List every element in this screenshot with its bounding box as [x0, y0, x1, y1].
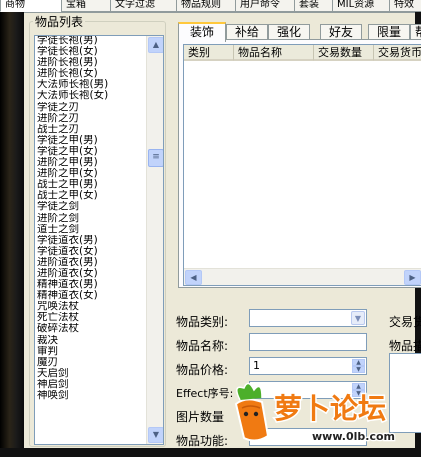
top-tab-item-rules[interactable]: 物品规则: [176, 0, 240, 12]
category-tabs: 装饰 补给 强化 好友 限量 帮: [178, 22, 421, 42]
list-item[interactable]: 道士之剑: [37, 224, 145, 235]
list-item[interactable]: 战士之刃: [37, 124, 145, 135]
list-item[interactable]: 大法师长袍(女): [37, 90, 145, 101]
list-item[interactable]: 进阶之甲(男): [37, 157, 145, 168]
tab-decoration[interactable]: 装饰: [178, 22, 226, 42]
item-function-label: 物品功能:: [176, 434, 229, 448]
forum-watermark-logo: 萝卜论坛 www.0lb.com: [234, 382, 396, 444]
trade-currency-label: 交易货: [389, 315, 421, 329]
column-header-trade-currency[interactable]: 交易货币: [374, 45, 421, 61]
category-select[interactable]: ▼: [249, 309, 367, 327]
list-item[interactable]: 死亡法杖: [37, 312, 145, 323]
spin-up-arrow-icon[interactable]: ▲: [352, 359, 365, 366]
item-price-input[interactable]: 1 ▲ ▼: [249, 357, 367, 375]
combo-down-arrow-icon[interactable]: ▼: [351, 311, 365, 325]
column-header-trade-quantity[interactable]: 交易数量: [314, 45, 374, 61]
column-header-category[interactable]: 类别: [184, 45, 234, 61]
list-item[interactable]: 战士之甲(女): [37, 190, 145, 201]
item-name-input[interactable]: [249, 333, 367, 351]
item-description-label: 物品描: [389, 339, 421, 353]
list-item[interactable]: 进阶之刃: [37, 113, 145, 124]
scroll-left-arrow-icon[interactable]: ◀: [185, 270, 202, 285]
tab-enhance[interactable]: 强化: [268, 24, 310, 40]
list-item[interactable]: 进阶之剑: [37, 213, 145, 224]
list-item[interactable]: 精神道衣(男): [37, 279, 145, 290]
category-label: 物品类别:: [176, 315, 229, 329]
game-background-left: [0, 12, 24, 457]
top-tab-sets[interactable]: 套装: [294, 0, 334, 12]
top-tab-shop[interactable]: 商物: [0, 0, 62, 12]
scroll-thumb-grip-icon[interactable]: ≡: [148, 149, 163, 167]
list-item[interactable]: 神唤剑: [37, 390, 145, 401]
list-item[interactable]: 学徒之甲(女): [37, 146, 145, 157]
list-item[interactable]: 咒唤法杖: [37, 301, 145, 312]
item-listbox[interactable]: 学徒长袍(男) 学徒长袍(女) 进阶长袍(男) 进阶长袍(女) 大法师长袍(男) 大法师长…: [34, 35, 164, 445]
list-item[interactable]: 进阶长袍(女): [37, 68, 145, 79]
picture-count-label: 图片数量: [176, 410, 225, 424]
carrot-mascot-icon: [234, 382, 270, 442]
top-tab-treasure-box[interactable]: 宝箱: [61, 0, 111, 12]
list-item[interactable]: 精神道衣(女): [37, 290, 145, 301]
item-list-vertical-scrollbar[interactable]: ▲ ≡ ▼: [146, 36, 163, 444]
table-horizontal-scrollbar[interactable]: ◀ ▶: [184, 268, 421, 285]
column-header-item-name[interactable]: 物品名称: [234, 45, 314, 61]
list-item[interactable]: 学徒之刃: [37, 102, 145, 113]
list-item[interactable]: 神启剑: [37, 379, 145, 390]
scroll-down-arrow-icon[interactable]: ▼: [148, 427, 163, 443]
item-name-label: 物品名称:: [176, 339, 229, 353]
list-item[interactable]: 学徒长袍(男): [37, 36, 145, 46]
tab-limited[interactable]: 限量: [368, 24, 410, 40]
top-tab-text-filter[interactable]: 文字过滤: [110, 0, 182, 12]
shop-items-table[interactable]: 类别 物品名称 交易数量 交易货币 ◀ ▶: [183, 44, 421, 286]
item-price-label: 物品价格:: [176, 363, 229, 377]
list-item[interactable]: 学徒长袍(女): [37, 46, 145, 57]
list-item[interactable]: 进阶道衣(男): [37, 257, 145, 268]
list-item[interactable]: 审判: [37, 346, 145, 357]
item-list-title: 物品列表: [33, 13, 86, 30]
list-item[interactable]: 进阶道衣(女): [37, 268, 145, 279]
tab-guild[interactable]: 帮: [410, 24, 421, 40]
top-tab-effects[interactable]: 特效: [389, 0, 421, 12]
list-item[interactable]: 战士之甲(男): [37, 179, 145, 190]
list-item[interactable]: 裁决: [37, 335, 145, 346]
effect-index-label: Effect序号:: [176, 387, 234, 400]
list-item[interactable]: 破碎法杖: [37, 323, 145, 334]
list-item[interactable]: 学徒之甲(男): [37, 135, 145, 146]
watermark-brand-text: 萝卜论坛: [274, 392, 386, 425]
tab-supply[interactable]: 补给: [226, 24, 268, 40]
list-item[interactable]: 学徒道衣(男): [37, 235, 145, 246]
top-tab-user-commands[interactable]: 用户命令: [235, 0, 299, 12]
top-tab-mil-resources[interactable]: MIL资源: [332, 0, 394, 12]
tab-friends[interactable]: 好友: [320, 24, 362, 40]
list-item[interactable]: 大法师长袍(男): [37, 79, 145, 90]
list-item[interactable]: 进阶之甲(女): [37, 168, 145, 179]
spin-down-arrow-icon[interactable]: ▼: [352, 366, 365, 373]
list-item[interactable]: 学徒之剑: [37, 201, 145, 212]
list-item[interactable]: 天启剑: [37, 368, 145, 379]
scroll-up-arrow-icon[interactable]: ▲: [148, 37, 163, 53]
game-background-bottom: [0, 448, 421, 457]
item-list-items: 学徒长袍(男) 学徒长袍(女) 进阶长袍(男) 进阶长袍(女) 大法师长袍(男) 大法师长…: [37, 36, 145, 401]
list-item[interactable]: 魔刃: [37, 357, 145, 368]
top-tab-strip: 商物 宝箱 文字过滤 物品规则 用户命令 套装 MIL资源 特效: [0, 0, 421, 13]
watermark-url-text: www.0lb.com: [312, 430, 395, 443]
scroll-right-arrow-icon[interactable]: ▶: [404, 270, 421, 285]
list-item[interactable]: 进阶长袍(男): [37, 57, 145, 68]
item-price-value: 1: [253, 359, 260, 372]
list-item[interactable]: 学徒道衣(女): [37, 246, 145, 257]
